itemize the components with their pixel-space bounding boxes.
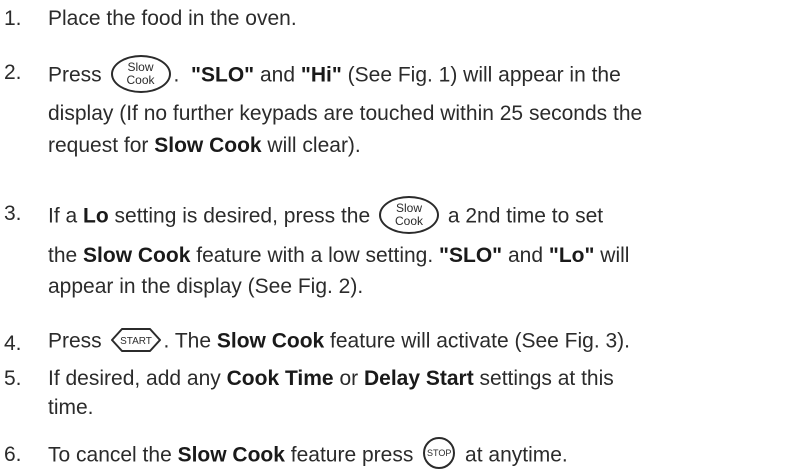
start-key-icon: START bbox=[110, 327, 162, 353]
start-key-label: START bbox=[120, 336, 152, 347]
step-text: the bbox=[48, 244, 78, 267]
feature-name: Slow Cook bbox=[154, 134, 262, 157]
step-text: If a bbox=[48, 204, 78, 228]
step-text: appear in the display (See Fig. 2). bbox=[48, 275, 364, 298]
step-text: . bbox=[173, 63, 180, 87]
step-line: If desired, add any Cook Time or Delay S… bbox=[48, 367, 614, 391]
step-line: request for Slow Cook will clear). bbox=[48, 134, 361, 158]
step-text: To cancel the bbox=[48, 443, 172, 467]
setting-name: Delay Start bbox=[363, 367, 474, 390]
step-text: request for bbox=[48, 134, 149, 157]
step-text: . The bbox=[163, 329, 212, 353]
step-text: display (If no further keypads are touch… bbox=[48, 102, 643, 125]
step-line: To cancel the Slow Cook feature press ST… bbox=[48, 437, 568, 472]
feature-name: Slow Cook bbox=[216, 329, 325, 353]
step-line: If a Lo setting is desired, press the Sl… bbox=[48, 196, 604, 236]
step-number: 2. bbox=[4, 61, 22, 84]
step-line: Press Slow Cook . "SLO" and "Hi" (See Fi… bbox=[48, 55, 621, 95]
display-code: "Lo" bbox=[548, 244, 595, 267]
feature-name: Slow Cook bbox=[83, 244, 191, 267]
step-text: If desired, add any bbox=[48, 367, 221, 390]
setting-name: Cook Time bbox=[226, 367, 334, 390]
step-text: (See Fig. 1) will appear in the bbox=[347, 63, 621, 87]
step-text: at anytime. bbox=[465, 443, 568, 467]
display-code: "SLO" bbox=[191, 63, 255, 87]
step-text: settings at this bbox=[479, 367, 614, 390]
key-label-bottom: Cook bbox=[126, 73, 155, 87]
step-text: setting is desired, press the bbox=[114, 204, 371, 228]
step-text: Press bbox=[48, 329, 102, 353]
display-code: "SLO" bbox=[439, 244, 503, 267]
step-number: 6. bbox=[4, 443, 22, 466]
setting-name: Lo bbox=[83, 204, 109, 228]
step-line: Press START . The Slow Cook feature will… bbox=[48, 327, 631, 355]
stop-key-label: STOP bbox=[427, 448, 452, 458]
slow-cook-key-icon: Slow Cook bbox=[379, 196, 440, 234]
step-text: time. bbox=[48, 396, 94, 419]
step-text: feature will activate (See Fig. 3). bbox=[330, 329, 631, 353]
step-text: a 2nd time to set bbox=[447, 204, 604, 228]
slow-cook-key-icon: Slow Cook bbox=[110, 55, 171, 93]
step-text: and bbox=[507, 244, 544, 267]
step-number: 5. bbox=[4, 367, 22, 390]
step-number: 3. bbox=[4, 202, 22, 225]
step-text: or bbox=[339, 367, 359, 390]
feature-name: Slow Cook bbox=[177, 443, 285, 467]
step-text: and bbox=[259, 63, 296, 87]
step-line: the Slow Cook feature with a low setting… bbox=[48, 244, 629, 268]
step-text: will bbox=[600, 244, 630, 267]
stop-key-icon: STOP bbox=[423, 437, 456, 469]
instructions-page: 1. Place the food in the oven. 2. Press … bbox=[0, 0, 798, 476]
step-number: 4. bbox=[4, 332, 22, 355]
display-code: "Hi" bbox=[300, 63, 342, 87]
step-text: Place the food in the oven. bbox=[48, 7, 297, 30]
step-text: will clear). bbox=[267, 134, 361, 157]
step-text: feature with a low setting. bbox=[196, 244, 434, 267]
step-number: 1. bbox=[4, 7, 22, 30]
step-text: feature press bbox=[290, 443, 414, 467]
key-label-bottom: Cook bbox=[395, 214, 424, 228]
step-text: Press bbox=[48, 63, 102, 87]
